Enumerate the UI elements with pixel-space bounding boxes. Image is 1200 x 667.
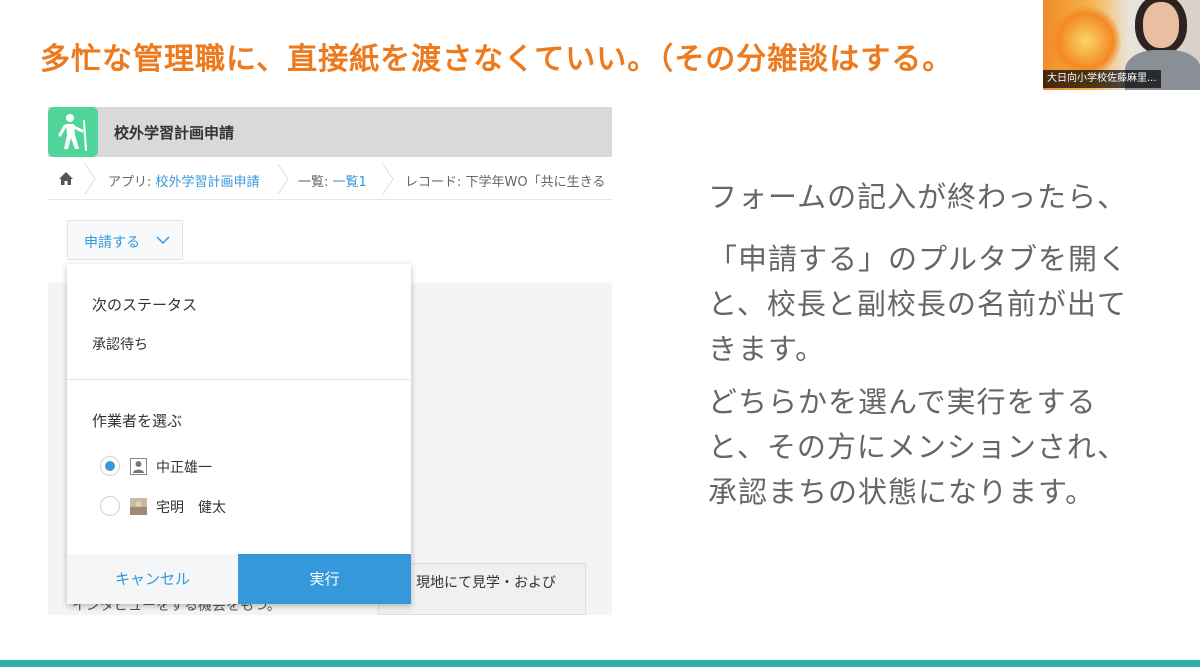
instruction-paragraph: 「申請する」のプルタブを開くと、校長と副校長の名前が出てきます。 — [708, 242, 1129, 366]
action-popup: 次のステータス 承認待ち 作業者を選ぶ 中正雄一 宅明 健太 キャンセル 実行 — [67, 264, 411, 604]
bottom-accent-bar — [0, 660, 1200, 667]
background-graphic — [1051, 6, 1121, 76]
cancel-button[interactable]: キャンセル — [67, 554, 238, 604]
apply-action-label: 申請する — [84, 235, 140, 251]
breadcrumb-app-prefix: アプリ: — [108, 175, 156, 190]
breadcrumb-separator — [84, 163, 96, 195]
breadcrumb-separator — [277, 163, 289, 195]
assignee-radio[interactable] — [100, 496, 120, 516]
breadcrumb-list-link[interactable]: 一覧1 — [333, 175, 367, 190]
assignee-heading: 作業者を選ぶ — [92, 412, 183, 430]
execute-button[interactable]: 実行 — [238, 554, 411, 604]
next-status-value: 承認待ち — [92, 337, 148, 353]
apply-action-button[interactable]: 申請する — [67, 220, 183, 260]
breadcrumb: アプリ: 校外学習計画申請 一覧: 一覧1 レコード: 下学年WO「共に生きる — [48, 159, 612, 200]
home-icon[interactable] — [58, 171, 74, 186]
breadcrumb-app[interactable]: アプリ: 校外学習計画申請 — [108, 171, 260, 190]
app-title: 校外学習計画申請 — [114, 124, 235, 142]
breadcrumb-list-prefix: 一覧: — [298, 175, 333, 190]
participant-name: 大日向小学校佐藤麻里... — [1043, 70, 1161, 88]
slide-title: 多忙な管理職に、直接紙を渡さなくていい。（その分雑談はする。 — [40, 42, 954, 77]
breadcrumb-separator — [382, 163, 394, 195]
instruction-paragraph: フォームの記入が終わったら、 — [708, 180, 1128, 214]
app-screenshot: 校外学習計画申請 アプリ: 校外学習計画申請 一覧: 一覧1 レコード: 下学年… — [48, 107, 612, 615]
app-header: 校外学習計画申請 — [48, 107, 612, 157]
chevron-down-icon — [156, 236, 170, 245]
breadcrumb-app-link[interactable]: 校外学習計画申請 — [156, 175, 260, 190]
next-status-heading: 次のステータス — [92, 296, 198, 314]
assignee-name: 中正雄一 — [156, 460, 212, 476]
user-photo-icon — [130, 498, 147, 515]
record-field-text: 現地にて見学・および — [416, 575, 556, 591]
breadcrumb-list[interactable]: 一覧: 一覧1 — [298, 171, 367, 190]
divider — [67, 379, 411, 380]
video-tile: 大日向小学校佐藤麻里... — [1043, 0, 1200, 90]
breadcrumb-record: レコード: 下学年WO「共に生きる — [405, 175, 606, 190]
instruction-paragraph: どちらかを選んで実行をすると、その方にメンションされ、承認まちの状態になります。 — [708, 385, 1128, 509]
user-icon — [130, 458, 147, 475]
participant-face — [1143, 2, 1179, 48]
assignee-name: 宅明 健太 — [156, 500, 226, 516]
hiker-icon — [48, 107, 98, 157]
assignee-radio-selected[interactable] — [100, 456, 120, 476]
